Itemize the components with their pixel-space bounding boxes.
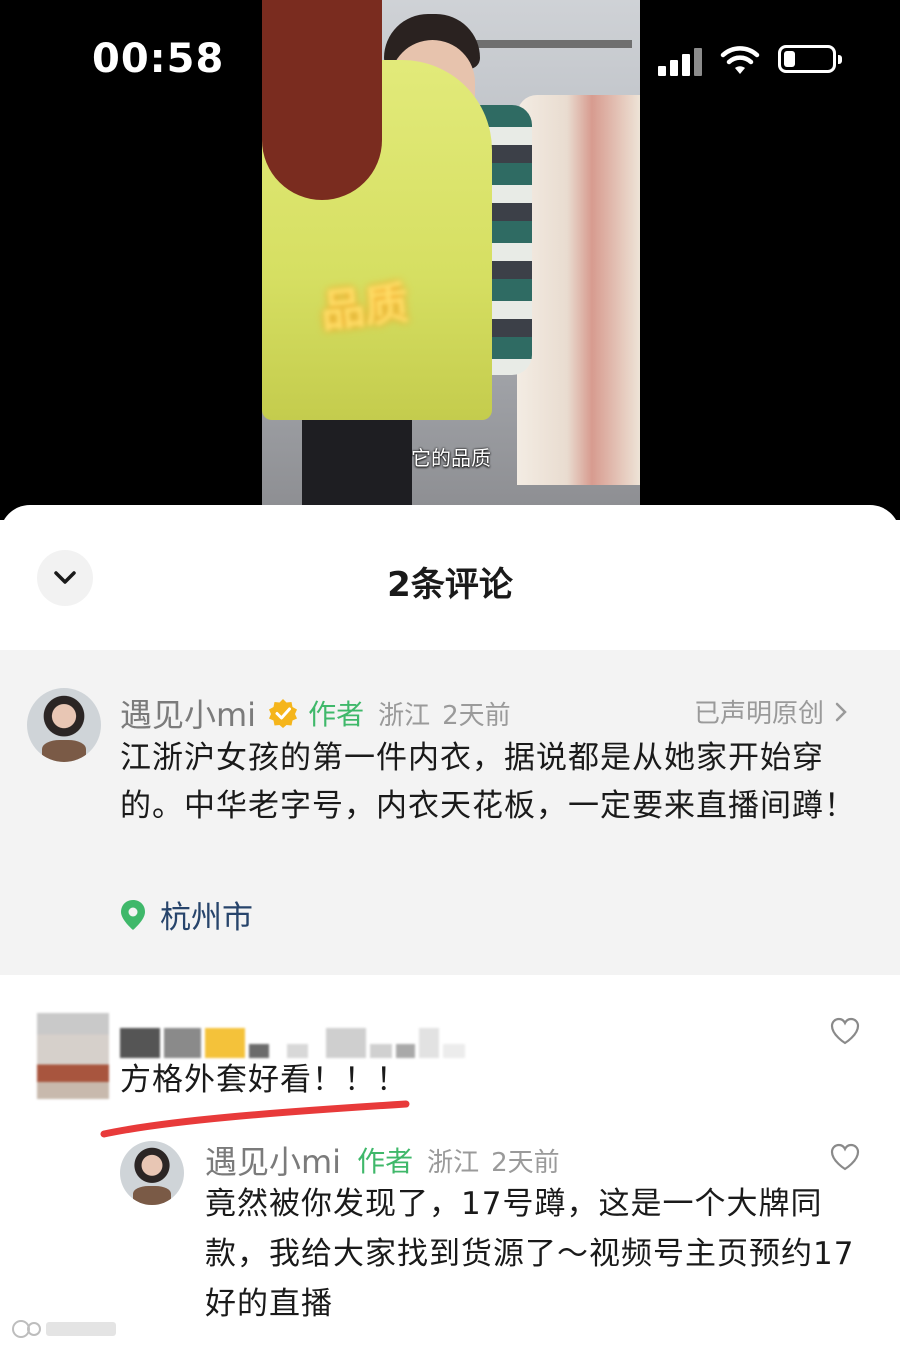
- comments-sheet: 2条评论 遇见小mi 作者 浙江 2天前 已声明原创 江浙沪女孩的第一件内衣，据…: [0, 505, 900, 1347]
- comment-meta: 遇见小mi 作者 浙江 2天前: [120, 690, 511, 736]
- pinned-comment[interactable]: 遇见小mi 作者 浙江 2天前 已声明原创 江浙沪女孩的第一件内衣，据说都是从她…: [0, 650, 900, 975]
- verified-badge-icon: [269, 699, 298, 728]
- status-bar: 00:58: [0, 0, 900, 120]
- comment-text: 方格外套好看！！！: [120, 1062, 408, 1098]
- heart-icon[interactable]: [830, 1017, 860, 1045]
- comment-text: 江浙沪女孩的第一件内衣，据说都是从她家开始穿的。中华老字号，内衣天花板，一定要来…: [120, 740, 856, 824]
- location-tag[interactable]: 杭州市: [120, 892, 253, 937]
- chevron-right-icon: [835, 702, 847, 721]
- video-subtitle: 它的品质: [411, 446, 491, 470]
- highlight-underline: [100, 1100, 410, 1138]
- original-label: 已声明原创: [693, 699, 824, 729]
- sheet-header: 2条评论: [0, 505, 900, 650]
- comments-count-title: 2条评论: [387, 565, 513, 605]
- author-tag: 作者: [357, 1145, 414, 1178]
- comment-author-name[interactable]: 遇见小mi: [120, 690, 256, 736]
- hanging-clothes: [517, 95, 640, 485]
- comment-region: 浙江: [378, 700, 431, 731]
- wifi-icon: [720, 46, 760, 74]
- reply-meta: 遇见小mi 作者 浙江 2天前: [205, 1137, 560, 1183]
- author-tag: 作者: [308, 698, 365, 731]
- original-declaration-link[interactable]: 已声明原创: [694, 693, 848, 730]
- battery-icon: [778, 45, 842, 73]
- reply-time: 2天前: [491, 1147, 560, 1178]
- comment-author-name-redacted[interactable]: [120, 1020, 465, 1058]
- avatar[interactable]: [37, 1013, 109, 1099]
- location-pin-icon: [121, 899, 145, 930]
- video-sticker: 品质: [318, 277, 412, 338]
- heart-icon[interactable]: [830, 1143, 860, 1171]
- comment-time: 2天前: [442, 700, 511, 731]
- location-label: 杭州市: [160, 900, 253, 936]
- watermark: [10, 1318, 120, 1340]
- reply-region: 浙江: [427, 1147, 480, 1178]
- reply-text: 竟然被你发现了，17号蹲，这是一个大牌同款，我给大家找到货源了～视频号主页预约1…: [205, 1186, 855, 1322]
- reply-author-name[interactable]: 遇见小mi: [205, 1137, 341, 1183]
- avatar[interactable]: [120, 1141, 184, 1205]
- signal-icon: [658, 48, 704, 76]
- status-time: 00:58: [92, 36, 225, 82]
- avatar[interactable]: [27, 688, 101, 762]
